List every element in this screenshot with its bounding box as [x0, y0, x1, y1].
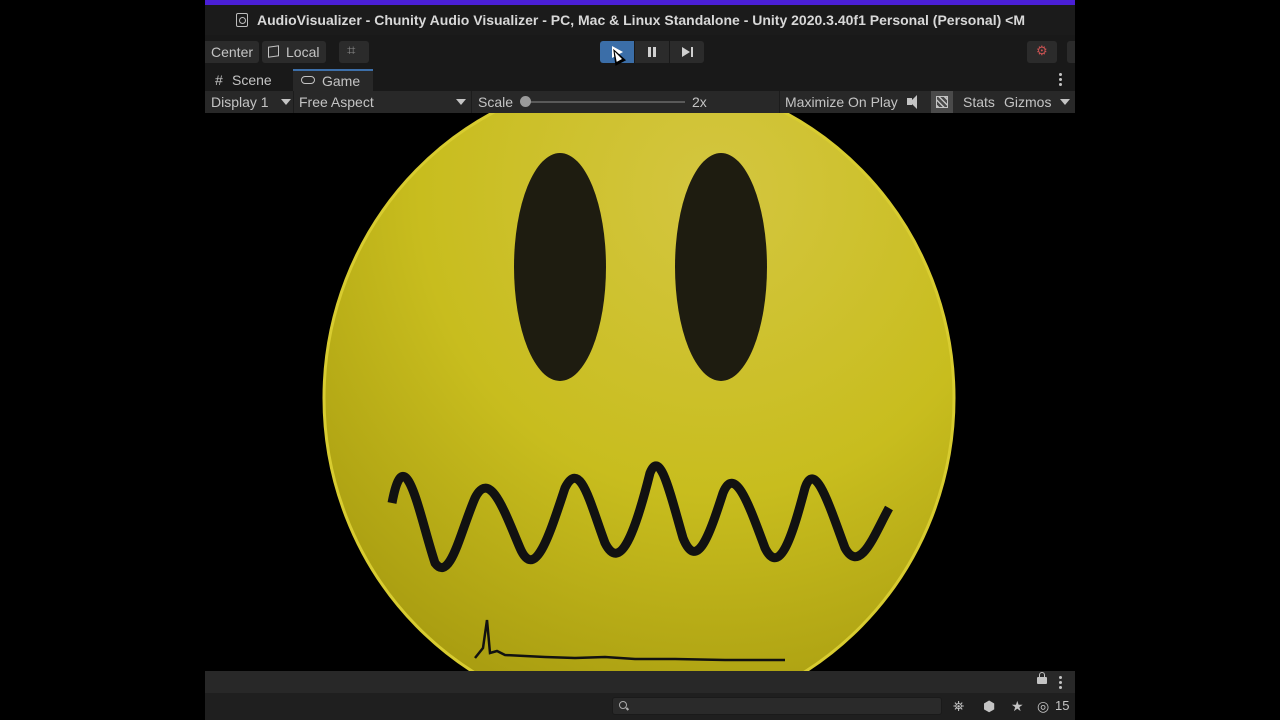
unity-editor-window: AudioVisualizer - Chunity Audio Visualiz… [205, 0, 1075, 720]
scale-label: Scale [478, 94, 514, 110]
game-viewport[interactable] [205, 113, 1075, 671]
search-input[interactable] [633, 698, 933, 714]
game-view-toolbar: Display 1 Free Aspect Scale 2x Maximize … [205, 91, 1075, 113]
hierarchy-header [205, 671, 1075, 693]
project-toolbar: ⛯ ⬢ ★ ◎ 15 [205, 693, 1075, 720]
right-eye [675, 153, 767, 381]
grid-snap-button[interactable]: ⌗ [339, 41, 369, 63]
window-title: AudioVisualizer - Chunity Audio Visualiz… [257, 12, 1025, 28]
search-field[interactable] [612, 697, 942, 715]
favorites-star-icon[interactable]: ★ [1011, 697, 1024, 715]
step-button[interactable] [670, 41, 704, 63]
tab-game-label: Game [322, 73, 361, 89]
collab-icon: ⚙ [1036, 43, 1048, 58]
game-render [322, 113, 956, 671]
right-letterbox [1075, 0, 1280, 720]
maximize-on-play-toggle[interactable]: Maximize On Play [785, 91, 898, 113]
mute-audio-button[interactable] [907, 91, 921, 113]
cube-icon [268, 45, 279, 58]
tag-icon[interactable]: ⬢ [983, 697, 995, 715]
display-dropdown[interactable]: Display 1 [211, 91, 291, 113]
scale-slider-thumb[interactable] [520, 96, 531, 107]
search-icon [619, 701, 627, 709]
pivot-rotation-label: Local [286, 44, 320, 60]
hidden-eye-icon[interactable]: ◎ [1037, 697, 1049, 715]
tab-scene-label: Scene [232, 72, 272, 88]
display-dropdown-value: Display 1 [211, 94, 269, 110]
chevron-down-icon [281, 99, 291, 105]
main-toolbar: Center Local ⌗ ⚙ [205, 35, 1075, 69]
aspect-dropdown-value: Free Aspect [299, 94, 374, 110]
filter-by-type-icon[interactable]: ⛯ [953, 697, 964, 715]
gizmos-chevron-down-icon[interactable] [1060, 99, 1070, 105]
collab-button[interactable]: ⚙ [1027, 41, 1057, 63]
step-icon [682, 47, 690, 57]
left-letterbox [0, 0, 205, 720]
pivot-rotation-button[interactable]: Local [262, 41, 326, 63]
tab-scene[interactable]: # Scene [205, 69, 291, 91]
view-tab-bar: # Scene Game [205, 69, 1075, 91]
unity-file-icon [236, 13, 248, 27]
grid-snap-icon: ⌗ [347, 42, 356, 59]
left-eye [514, 153, 606, 381]
panel-menu-kebab-icon[interactable] [1059, 676, 1062, 690]
frame-debugger-toggle[interactable] [931, 91, 953, 113]
aspect-dropdown[interactable]: Free Aspect [299, 91, 469, 113]
scene-hash-icon: # [215, 72, 223, 88]
stats-toggle[interactable]: Stats [963, 91, 995, 113]
title-bar: AudioVisualizer - Chunity Audio Visualiz… [205, 5, 1075, 35]
gamepad-icon [301, 76, 315, 84]
scale-value: 2x [692, 94, 707, 110]
gizmos-toggle[interactable]: Gizmos [1004, 91, 1051, 113]
lock-icon[interactable] [1037, 672, 1047, 684]
tab-game[interactable]: Game [293, 69, 373, 91]
chevron-down-icon [456, 99, 466, 105]
frame-grid-icon [936, 96, 948, 108]
pivot-mode-button[interactable]: Center [205, 41, 259, 63]
account-button[interactable] [1067, 41, 1075, 63]
tab-menu-kebab-icon[interactable] [1059, 73, 1062, 87]
pause-button[interactable] [635, 41, 669, 63]
scale-slider-track[interactable] [523, 101, 685, 103]
hidden-count: 15 [1055, 698, 1070, 713]
smiley-face [322, 113, 956, 671]
